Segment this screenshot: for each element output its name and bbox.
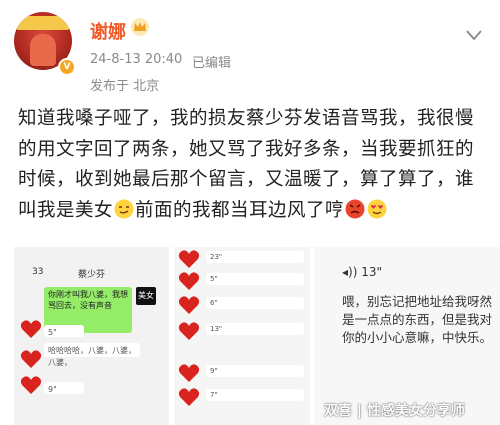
post-image-message[interactable]: ◂)) 13" 喂，别忘记把地址给我呀然是一点点的东西，但是我对你的小小心意嘛，…	[314, 247, 500, 425]
chat-back-count: 33	[32, 267, 44, 277]
chat-contact-name: 蔡少芬	[77, 270, 105, 280]
watermark: 双喜 | 性感美女分享师	[324, 403, 465, 419]
post-image-voices[interactable]: 23" 5" 6" 13" 9" 7"	[174, 247, 310, 425]
heart-icon	[178, 272, 200, 290]
heart-icon	[178, 250, 200, 268]
post-body: 知道我嗓子哑了，我的损友蔡少芬发语音骂我，我很慢的用文字回了两条，她又骂了我好多…	[18, 104, 486, 226]
post-image-chat[interactable]: 33 蔡少芬 你刚才叫我八婆，我想骂回去，没有声音 美女 5" 哈哈哈哈，八婆，…	[14, 247, 169, 425]
post-body-part2: 前面的我都当耳边风了哼	[135, 199, 345, 221]
heart-icon	[178, 388, 200, 406]
voice-message: 13"	[206, 323, 304, 335]
heart-icon	[20, 376, 42, 394]
verified-badge-icon: V	[58, 58, 76, 76]
author-name[interactable]: 谢娜	[90, 18, 126, 44]
voice-message: 23"	[206, 251, 304, 263]
heart-icon	[178, 322, 200, 340]
voice-message: 5"	[206, 273, 304, 285]
post-location: 发布于 北京	[90, 79, 160, 94]
voice-message: 9"	[206, 365, 304, 377]
message-text: 喂，别忘记把地址给我呀然是一点点的东西，但是我对你的小小心意嘛，中快乐。	[342, 294, 493, 345]
chat-message-white: 哈哈哈哈，八婆，八婆，八婆，	[44, 343, 140, 367]
heart-icon	[178, 296, 200, 314]
post-datetime: 24-8-13 20:40	[90, 52, 183, 67]
voice-message: 7"	[206, 389, 304, 401]
chat-beauty-tag: 美女	[136, 287, 156, 305]
angry-emoji-icon	[345, 199, 365, 218]
smirk-emoji-icon	[114, 199, 134, 218]
chat-voice-1: 5"	[44, 325, 84, 337]
voice-message: 6"	[206, 297, 304, 309]
heart-icon	[20, 320, 42, 338]
chevron-down-icon[interactable]	[464, 28, 484, 42]
crown-badge-icon	[131, 18, 149, 36]
heart-icon	[178, 364, 200, 382]
edited-label[interactable]: 已编辑	[192, 52, 231, 71]
heart-eyes-emoji-icon	[367, 199, 387, 218]
chat-voice-2: 9"	[44, 382, 84, 394]
voice-wave-icon: ◂))	[342, 265, 362, 279]
message-voice-duration: 13"	[361, 265, 382, 279]
heart-icon	[20, 350, 42, 368]
